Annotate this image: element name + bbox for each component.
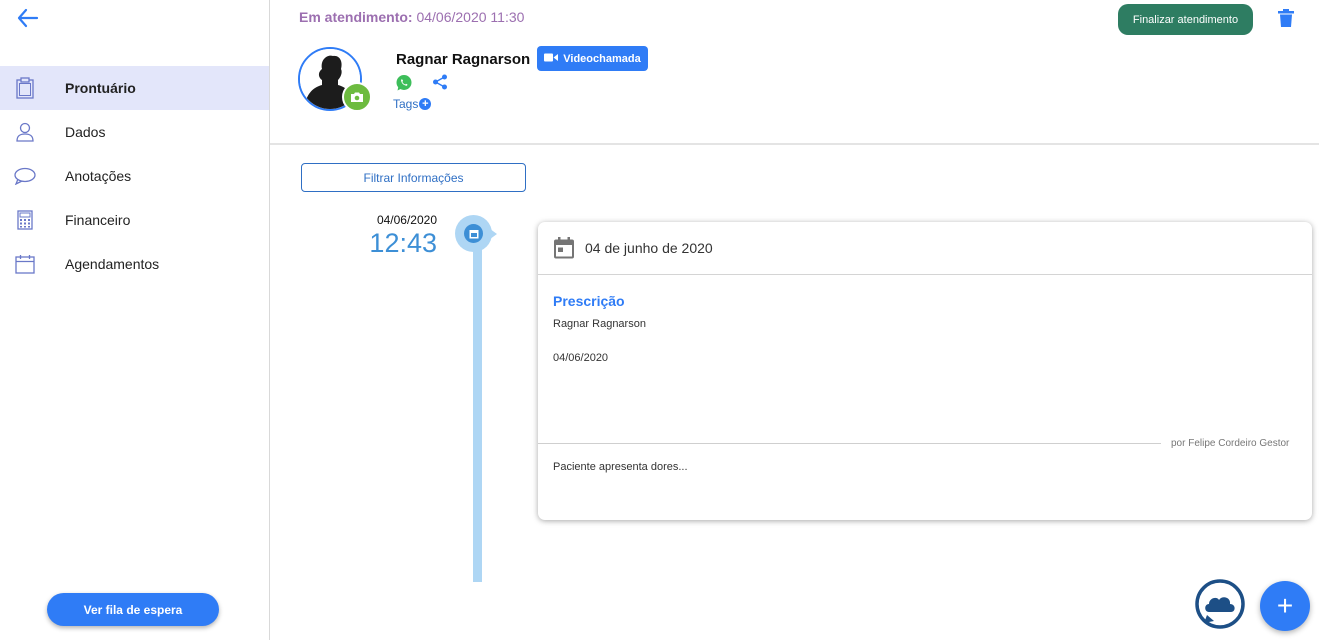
add-record-button[interactable]: +	[1260, 581, 1310, 631]
video-call-label: Videochamada	[563, 52, 641, 65]
tags-label: Tags	[393, 97, 419, 111]
status-value: 04/06/2020 11:30	[412, 9, 525, 25]
patient-header: Em atendimento: 04/06/2020 11:30 Finaliz…	[270, 0, 1319, 145]
sidebar-item-agendamentos[interactable]: Agendamentos	[0, 242, 269, 286]
divider	[538, 443, 1161, 444]
back-arrow-icon[interactable]	[16, 8, 40, 28]
sidebar-item-label: Agendamentos	[65, 256, 160, 272]
waiting-queue-button[interactable]: Ver fila de espera	[47, 593, 219, 626]
user-icon	[14, 121, 36, 143]
record-doc-date: 04/06/2020	[553, 352, 609, 364]
timeline-pointer	[486, 226, 497, 242]
status-label: Em atendimento:	[299, 9, 413, 25]
record-card[interactable]: 04 de junho de 2020 Prescrição Ragnar Ra…	[538, 222, 1312, 520]
video-camera-icon	[544, 53, 559, 65]
sidebar-item-label: Dados	[65, 124, 106, 140]
record-card-body: Prescrição Ragnar Ragnarson 04/06/2020 P…	[538, 275, 1312, 520]
record-note: Paciente apresenta dores...	[553, 461, 688, 473]
whatsapp-icon[interactable]	[395, 74, 413, 92]
sidebar-item-financeiro[interactable]: Financeiro	[0, 198, 269, 242]
trash-icon[interactable]	[1277, 8, 1295, 28]
sidebar-item-anotacoes[interactable]: Anotações	[0, 154, 269, 198]
patient-name: Ragnar Ragnarson	[396, 51, 531, 68]
chat-bubble-icon	[14, 165, 36, 187]
calendar-icon	[464, 224, 483, 243]
calendar-icon	[554, 237, 574, 259]
sidebar-item-label: Anotações	[65, 168, 132, 184]
sidebar-item-label: Prontuário	[65, 80, 136, 96]
finalize-attendance-button[interactable]: Finalizar atendimento	[1118, 4, 1253, 35]
cloud-chat-icon[interactable]	[1194, 579, 1246, 631]
sidebar: Prontuário Dados Anotações Financeiro Ag…	[0, 0, 270, 640]
clipboard-icon	[14, 77, 36, 99]
app-root: Prontuário Dados Anotações Financeiro Ag…	[0, 0, 1319, 640]
record-patient: Ragnar Ragnarson	[553, 318, 646, 330]
filter-info-button[interactable]: Filtrar Informações	[301, 163, 526, 192]
record-card-header: 04 de junho de 2020	[538, 222, 1312, 275]
record-date-title: 04 de junho de 2020	[585, 240, 713, 256]
calculator-icon	[14, 209, 36, 231]
tags-control[interactable]: Tags +	[393, 97, 432, 111]
record-type[interactable]: Prescrição	[553, 293, 1297, 309]
record-author: por Felipe Cordeiro Gestor	[1171, 438, 1290, 449]
sidebar-item-dados[interactable]: Dados	[0, 110, 269, 154]
timeline-time: 12:43	[369, 228, 437, 258]
record-card-footer: por Felipe Cordeiro Gestor	[538, 438, 1312, 449]
share-icon[interactable]	[432, 74, 448, 90]
sidebar-item-prontuario[interactable]: Prontuário	[0, 66, 269, 110]
add-tag-icon[interactable]: +	[419, 98, 432, 110]
calendar-icon	[14, 253, 36, 275]
camera-icon[interactable]	[342, 82, 372, 112]
sidebar-nav: Prontuário Dados Anotações Financeiro Ag…	[0, 66, 269, 286]
sidebar-item-label: Financeiro	[65, 212, 131, 228]
timeline-line	[473, 236, 482, 582]
timeline-date: 04/06/2020	[376, 213, 437, 227]
attendance-status: Em atendimento: 04/06/2020 11:30	[299, 9, 524, 25]
video-call-button[interactable]: Videochamada	[537, 46, 648, 71]
